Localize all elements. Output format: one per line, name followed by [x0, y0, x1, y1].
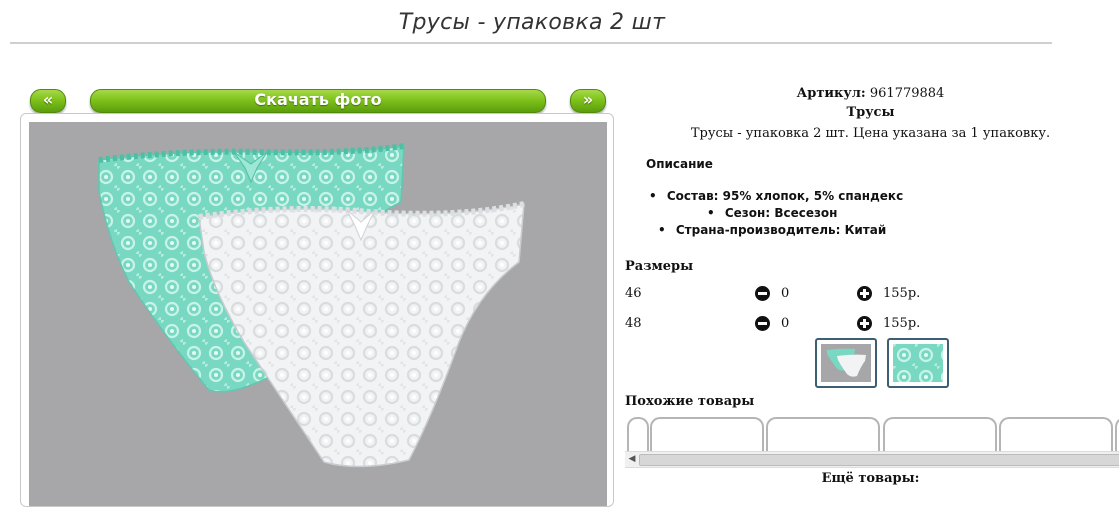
description-heading: Описание [646, 157, 713, 171]
sku-label: Артикул: [796, 86, 866, 101]
more-products-label: Ещё товары: [821, 471, 920, 486]
scroll-left-arrow-icon[interactable]: ◀ [625, 452, 639, 467]
plus-circle-icon[interactable] [857, 286, 872, 301]
minus-circle-icon[interactable] [755, 316, 770, 331]
product-name: Трусы [846, 105, 895, 120]
similar-product-card[interactable] [650, 417, 764, 451]
thumbnail-image [893, 344, 943, 382]
scrollbar-thumb[interactable] [639, 454, 1119, 466]
spec-label: Сезон: [724, 206, 771, 220]
similar-product-card[interactable] [766, 417, 880, 451]
sku-line: Артикул: 961779884 [622, 86, 1119, 101]
thumbnail-image [821, 344, 871, 382]
product-photo-frame [20, 113, 614, 507]
sku-value: 961779884 [869, 86, 945, 101]
spec-item-country: Страна-производитель: Китай [658, 223, 886, 237]
page-title: Трусы - упаковка 2 шт [398, 10, 666, 35]
spec-item-season: Сезон: Всесезон [707, 206, 838, 220]
sizes-heading: Размеры [625, 259, 694, 274]
product-image [98, 143, 525, 468]
carousel-scrollbar[interactable]: ◀ [625, 451, 1119, 468]
similar-products-heading: Похожие товары [625, 394, 755, 409]
size-row: 48 0 155р. [625, 314, 1025, 334]
similar-product-card[interactable] [627, 417, 649, 451]
minus-circle-icon[interactable] [755, 286, 770, 301]
size-value: 46 [625, 286, 642, 301]
similar-products-carousel [625, 417, 1119, 451]
quantity-value: 0 [781, 286, 790, 301]
spec-value: 95% хлопок, 5% спандекс [722, 189, 904, 203]
spec-label: Страна-производитель: [675, 223, 841, 237]
next-photo-button[interactable]: » [570, 89, 606, 113]
title-divider [10, 42, 1052, 44]
spec-label: Состав: [666, 189, 719, 203]
similar-product-card[interactable] [999, 417, 1113, 451]
size-row: 46 0 155р. [625, 284, 1025, 304]
thumbnail-1[interactable] [815, 338, 877, 388]
spec-value: Всесезон [774, 206, 838, 220]
spec-item-composition: Состав: 95% хлопок, 5% спандекс [649, 189, 903, 203]
similar-product-card[interactable] [883, 417, 997, 451]
quantity-value: 0 [781, 316, 790, 331]
download-photo-button[interactable]: Скачать фото [90, 89, 546, 113]
similar-product-card[interactable] [1115, 417, 1119, 451]
spec-value: Китай [844, 223, 887, 237]
product-description: Трусы - упаковка 2 шт. Цена указана за 1… [690, 126, 1051, 141]
product-photo[interactable] [29, 122, 607, 506]
price-value: 155р. [883, 316, 921, 331]
prev-photo-button[interactable]: « [30, 89, 66, 113]
thumbnail-2[interactable] [887, 338, 949, 388]
size-value: 48 [625, 316, 642, 331]
plus-circle-icon[interactable] [857, 316, 872, 331]
price-value: 155р. [883, 286, 921, 301]
